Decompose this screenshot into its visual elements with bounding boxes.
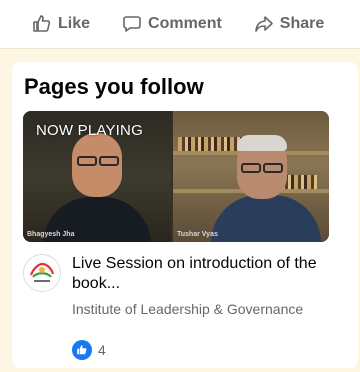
comment-button[interactable]: Comment [122, 14, 222, 34]
page-name-link[interactable]: Institute of Leadership & Governance [72, 300, 322, 318]
reaction-summary[interactable]: 4 [72, 340, 106, 360]
page-logo-graphic [25, 256, 59, 290]
comment-label: Comment [148, 15, 222, 32]
like-button[interactable]: Like [32, 14, 90, 34]
page-logo[interactable] [23, 254, 61, 292]
now-playing-label: NOW PLAYING [36, 122, 143, 139]
glasses [99, 156, 119, 166]
video-thumbnail[interactable]: NOW PLAYING Bhagyesh Jha Tushar Vyas [23, 111, 329, 242]
glasses [241, 163, 261, 173]
share-label: Share [279, 15, 325, 32]
glasses [77, 156, 97, 166]
like-label: Like [58, 15, 91, 32]
comment-icon [122, 14, 142, 34]
share-icon [254, 14, 274, 34]
thumbs-up-icon [72, 340, 92, 360]
share-button[interactable]: Share [254, 14, 324, 34]
post-title-link[interactable]: Live Session on introduction of the book… [72, 254, 342, 294]
post-actions-bar: Like Comment Share [0, 0, 360, 49]
reaction-count: 4 [98, 342, 106, 358]
pages-you-follow-card: Pages you follow NOW PLAYING Bhagyesh Jh… [12, 62, 358, 368]
glasses [263, 163, 283, 173]
participant-left-name: Bhagyesh Jha [27, 231, 75, 238]
participant-right-hair [237, 135, 287, 151]
feed-frame: Like Comment Share Pages you follow NOW … [0, 0, 360, 372]
thumbs-up-icon [32, 14, 52, 34]
participant-right-name: Tushar Vyas [177, 231, 218, 238]
section-title: Pages you follow [24, 74, 204, 99]
